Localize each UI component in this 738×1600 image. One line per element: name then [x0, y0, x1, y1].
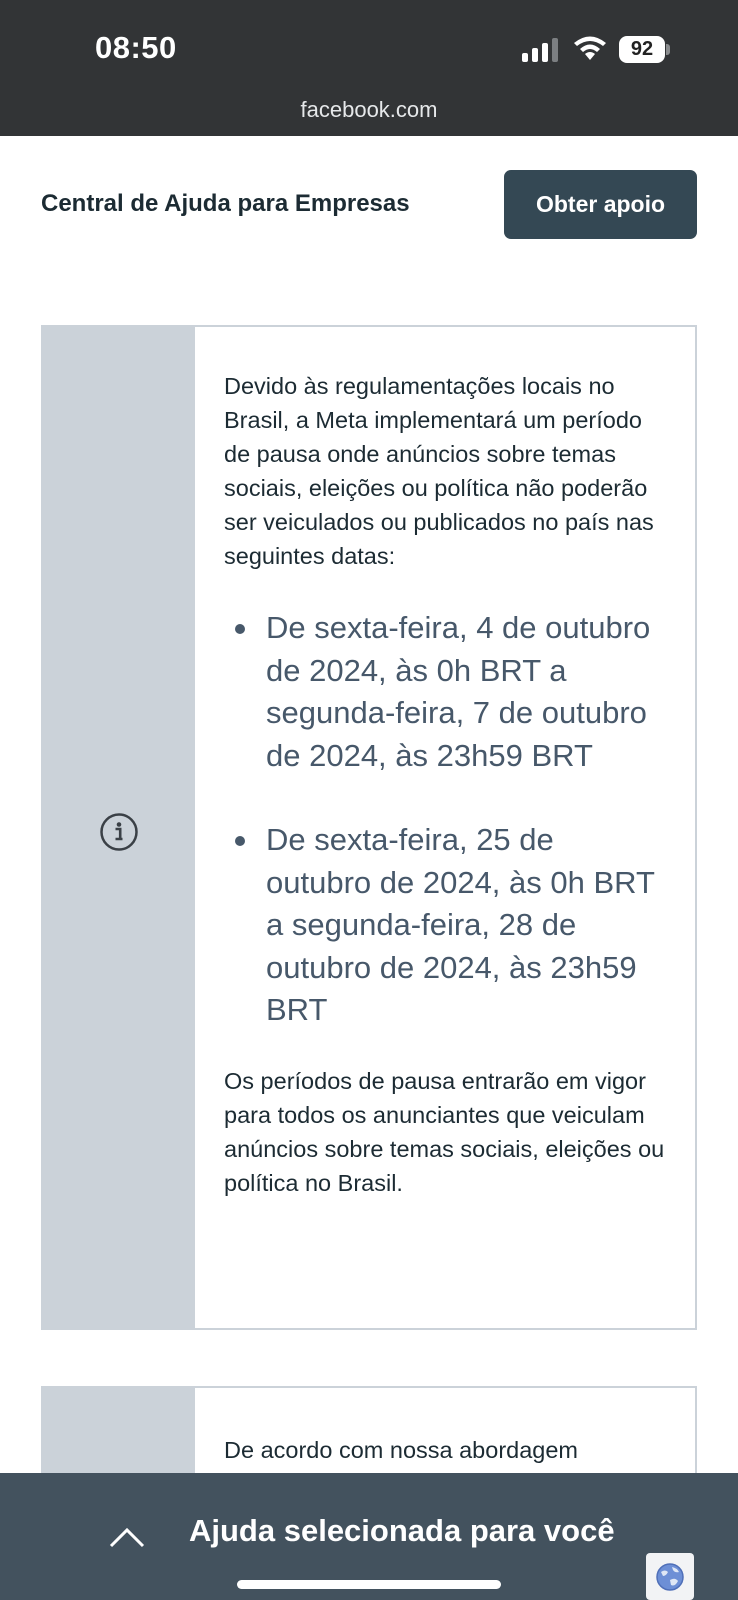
info-notice-card: Devido às regulamentações locais no Bras… [41, 325, 697, 1330]
battery-level: 92 [619, 36, 665, 63]
globe-icon [656, 1562, 684, 1591]
notice-outro: Os períodos de pausa entrarão em vigor p… [224, 1067, 665, 1196]
bottom-help-sheet[interactable]: Ajuda selecionada para você [0, 1473, 738, 1600]
home-indicator [237, 1580, 501, 1589]
browser-top-bar: 08:50 92 facebook.com [0, 0, 738, 136]
card-side-panel [43, 327, 195, 1328]
list-item: De sexta-feira, 25 de outubro de 2024, à… [224, 819, 665, 1032]
battery-icon: 92 [619, 36, 670, 63]
notice-intro: Devido às regulamentações locais no Bras… [224, 373, 654, 569]
battery-cap [666, 44, 670, 55]
pause-periods-list: De sexta-feira, 4 de outubro de 2024, às… [224, 607, 665, 1032]
bottom-sheet-title[interactable]: Ajuda selecionada para você [189, 1513, 615, 1549]
info-icon [100, 813, 138, 851]
second-notice-intro: De acordo com nossa abordagem [224, 1437, 579, 1463]
notice-content: Devido às regulamentações locais no Bras… [224, 369, 665, 1200]
chevron-up-icon[interactable] [108, 1525, 146, 1549]
signal-icon [522, 38, 558, 62]
list-item: De sexta-feira, 4 de outubro de 2024, às… [224, 607, 665, 777]
wifi-icon [574, 36, 606, 60]
get-support-button[interactable]: Obter apoio [504, 170, 697, 239]
globe-button[interactable] [646, 1553, 694, 1600]
page-title[interactable]: Central de Ajuda para Empresas [41, 190, 410, 218]
second-notice-content: De acordo com nossa abordagem [224, 1433, 665, 1467]
url-bar[interactable]: facebook.com [0, 97, 738, 123]
status-time: 08:50 [95, 30, 177, 65]
